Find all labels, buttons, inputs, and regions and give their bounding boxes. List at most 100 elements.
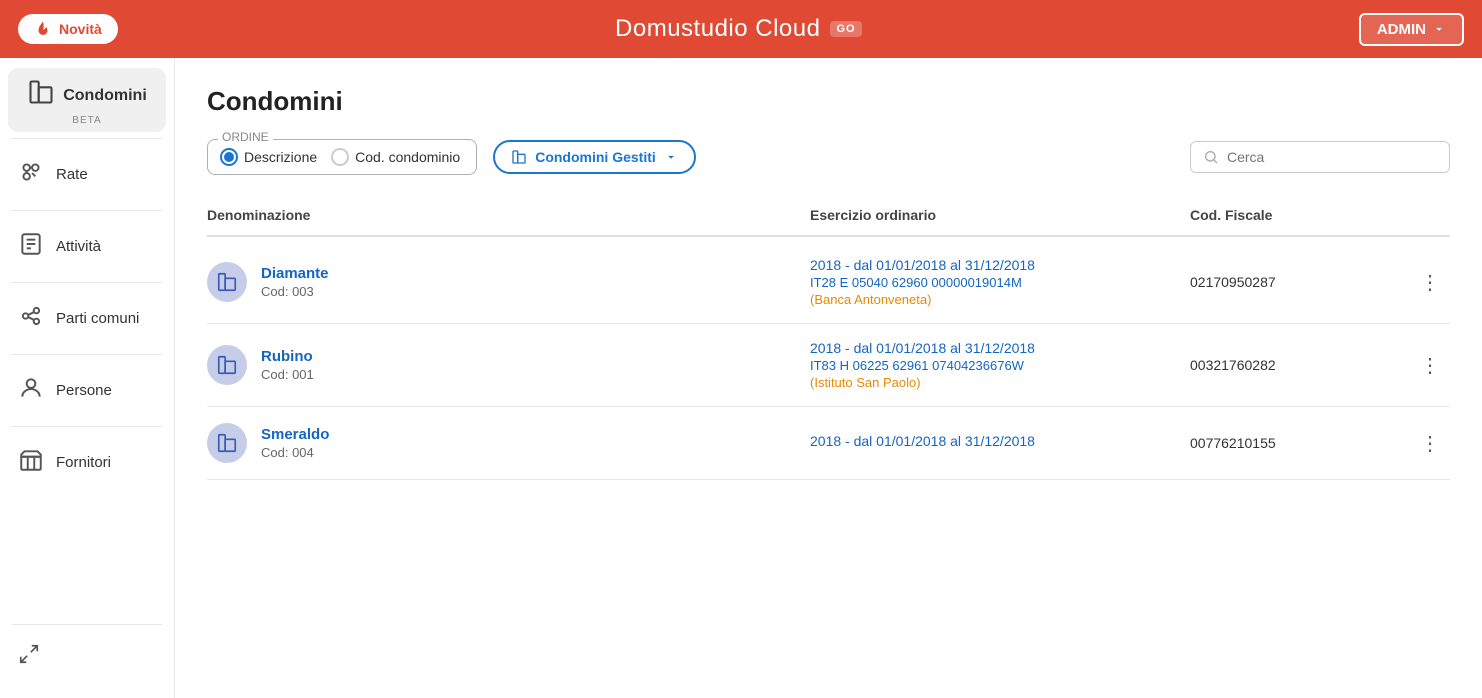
- sidebar-item-label-fornitori: Fornitori: [56, 454, 111, 471]
- sidebar-divider-3: [12, 282, 162, 283]
- table-row: Rubino Cod: 001 2018 - dal 01/01/2018 al…: [207, 324, 1450, 407]
- condo-cod-smeraldo: Cod: 004: [261, 445, 329, 460]
- sidebar-item-rate[interactable]: Rate: [0, 145, 174, 204]
- condo-cod-diamante: Cod: 003: [261, 284, 329, 299]
- rate-icon: [18, 159, 44, 190]
- main-content: Condomini ORDINE Descrizione Cod. condom…: [175, 58, 1482, 698]
- novita-button[interactable]: Novità: [18, 14, 118, 44]
- col-header-denominazione: Denominazione: [207, 203, 810, 227]
- search-box: [1190, 141, 1450, 173]
- fiscal-code-rubino: 00321760282: [1190, 357, 1410, 373]
- exercise-link-smeraldo[interactable]: 2018 - dal 01/01/2018 al 31/12/2018: [810, 433, 1190, 449]
- novita-label: Novità: [59, 21, 102, 37]
- table-row: Diamante Cod: 003 2018 - dal 01/01/2018 …: [207, 241, 1450, 324]
- radio-descrizione[interactable]: Descrizione: [220, 148, 317, 166]
- filter-bar: ORDINE Descrizione Cod. condominio Condo…: [207, 139, 1450, 175]
- col-header-fiscal: Cod. Fiscale: [1190, 203, 1410, 227]
- condo-avatar-diamante: [207, 262, 247, 302]
- table-row: Smeraldo Cod: 004 2018 - dal 01/01/2018 …: [207, 407, 1450, 480]
- building-icon-row: [216, 432, 238, 454]
- flame-icon: [34, 20, 52, 38]
- go-badge: GO: [830, 21, 861, 37]
- radio-label-descrizione: Descrizione: [244, 149, 317, 165]
- radio-label-cod: Cod. condominio: [355, 149, 460, 165]
- sidebar-item-condomini[interactable]: Condomini BETA: [8, 68, 166, 132]
- parti-comuni-icon: [18, 303, 44, 334]
- exercise-bank-diamante: (Banca Antonveneta): [810, 292, 1190, 307]
- exercise-bank-rubino: (Istituto San Paolo): [810, 375, 1190, 390]
- sidebar-item-label-persone: Persone: [56, 382, 112, 399]
- body-layout: Condomini BETA Rate: [0, 58, 1482, 698]
- more-button-diamante[interactable]: ⋮: [1410, 266, 1450, 299]
- attivita-icon: [18, 231, 44, 262]
- more-button-rubino[interactable]: ⋮: [1410, 349, 1450, 382]
- exercise-iban-diamante: IT28 E 05040 62960 00000019014M: [810, 275, 1190, 290]
- persone-icon: [18, 375, 44, 406]
- filter-dropdown-label: Condomini Gestiti: [535, 149, 656, 165]
- header-title: Domustudio Cloud GO: [615, 15, 862, 43]
- condo-cell-rubino: Rubino Cod: 001: [207, 345, 810, 385]
- exercise-cell-rubino: 2018 - dal 01/01/2018 al 31/12/2018 IT83…: [810, 340, 1190, 390]
- building-icon: [27, 78, 55, 106]
- condomini-gestiti-dropdown[interactable]: Condomini Gestiti: [493, 140, 696, 174]
- condo-cell-smeraldo: Smeraldo Cod: 004: [207, 423, 810, 463]
- sidebar-item-fornitori[interactable]: Fornitori: [0, 433, 174, 492]
- exercise-iban-rubino: IT83 H 06225 62961 07404236676W: [810, 358, 1190, 373]
- sidebar-item-label-parti-comuni: Parti comuni: [56, 310, 139, 327]
- sidebar-divider-1: [12, 138, 162, 139]
- ordine-group: ORDINE Descrizione Cod. condominio: [207, 139, 477, 175]
- more-button-smeraldo[interactable]: ⋮: [1410, 427, 1450, 460]
- chevron-down-icon: [1432, 22, 1446, 36]
- condo-cell-diamante: Diamante Cod: 003: [207, 262, 810, 302]
- sidebar-item-collapse[interactable]: [0, 629, 174, 684]
- sidebar-divider-2: [12, 210, 162, 211]
- sidebar-item-parti-comuni[interactable]: Parti comuni: [0, 289, 174, 348]
- sidebar-item-label-condomini: Condomini: [63, 87, 147, 105]
- sidebar-divider-4: [12, 354, 162, 355]
- sidebar-item-label-attivita: Attività: [56, 238, 101, 255]
- ordine-legend: ORDINE: [218, 130, 273, 144]
- building-icon-row: [216, 271, 238, 293]
- condo-info-diamante: Diamante Cod: 003: [261, 265, 329, 299]
- top-header: Novità Domustudio Cloud GO ADMIN: [0, 0, 1482, 58]
- fiscal-code-diamante: 02170950287: [1190, 274, 1410, 290]
- col-header-actions: [1410, 203, 1450, 227]
- app-title: Domustudio Cloud: [615, 15, 820, 43]
- col-header-esercizio: Esercizio ordinario: [810, 203, 1190, 227]
- sidebar-bottom: [0, 620, 174, 698]
- exercise-link-rubino[interactable]: 2018 - dal 01/01/2018 al 31/12/2018: [810, 340, 1190, 356]
- radio-cod-condominio[interactable]: Cod. condominio: [331, 148, 460, 166]
- admin-label: ADMIN: [1377, 21, 1426, 38]
- sidebar-item-label-rate: Rate: [56, 166, 88, 183]
- sidebar-item-persone[interactable]: Persone: [0, 361, 174, 420]
- exercise-link-diamante[interactable]: 2018 - dal 01/01/2018 al 31/12/2018: [810, 257, 1190, 273]
- fornitori-icon: [18, 447, 44, 478]
- fiscal-code-smeraldo: 00776210155: [1190, 435, 1410, 451]
- condo-cod-rubino: Cod: 001: [261, 367, 314, 382]
- condo-name-smeraldo[interactable]: Smeraldo: [261, 426, 329, 443]
- condomini-icon: [27, 78, 55, 113]
- condo-info-smeraldo: Smeraldo Cod: 004: [261, 426, 329, 460]
- filter-building-icon: [511, 149, 527, 165]
- beta-badge: BETA: [72, 115, 101, 126]
- collapse-icon: [18, 643, 40, 670]
- exercise-cell-smeraldo: 2018 - dal 01/01/2018 al 31/12/2018: [810, 433, 1190, 453]
- condo-avatar-smeraldo: [207, 423, 247, 463]
- table-header: Denominazione Esercizio ordinario Cod. F…: [207, 203, 1450, 237]
- radio-circle-cod: [331, 148, 349, 166]
- search-icon: [1203, 149, 1219, 165]
- dropdown-chevron-icon: [664, 150, 678, 164]
- sidebar-item-attivita[interactable]: Attività: [0, 217, 174, 276]
- admin-button[interactable]: ADMIN: [1359, 13, 1464, 46]
- exercise-cell-diamante: 2018 - dal 01/01/2018 al 31/12/2018 IT28…: [810, 257, 1190, 307]
- building-icon-row: [216, 354, 238, 376]
- search-input[interactable]: [1227, 149, 1437, 165]
- condo-info-rubino: Rubino Cod: 001: [261, 348, 314, 382]
- page-title: Condomini: [207, 86, 1450, 117]
- condo-name-rubino[interactable]: Rubino: [261, 348, 314, 365]
- sidebar-divider-6: [12, 624, 162, 625]
- sidebar: Condomini BETA Rate: [0, 58, 175, 698]
- sidebar-divider-5: [12, 426, 162, 427]
- condo-avatar-rubino: [207, 345, 247, 385]
- condo-name-diamante[interactable]: Diamante: [261, 265, 329, 282]
